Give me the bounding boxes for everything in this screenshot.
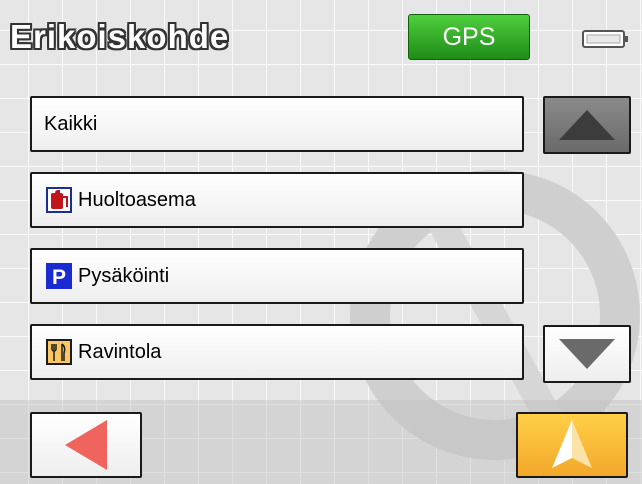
poi-category-screen: Erikoiskohde GPS Kaikki Huoltoasema P Py… xyxy=(0,0,642,484)
category-label: Pysäköinti xyxy=(78,264,170,287)
navigate-button[interactable] xyxy=(516,412,628,478)
fuel-station-icon xyxy=(46,187,72,213)
arrow-down-icon xyxy=(559,339,615,369)
category-label: Huoltoasema xyxy=(78,188,196,211)
navigation-arrow-icon xyxy=(552,420,592,468)
scroll-down-button[interactable] xyxy=(543,325,631,383)
back-arrow-icon xyxy=(65,420,107,470)
page-title: Erikoiskohde xyxy=(10,18,230,55)
battery-icon xyxy=(582,30,628,48)
arrow-up-icon xyxy=(559,110,615,140)
gps-status-button[interactable]: GPS xyxy=(408,14,530,60)
back-button[interactable] xyxy=(30,412,142,478)
category-restaurant-button[interactable]: Ravintola xyxy=(30,324,524,380)
scroll-up-button[interactable] xyxy=(543,96,631,154)
category-fuel-station-button[interactable]: Huoltoasema xyxy=(30,172,524,228)
category-parking-button[interactable]: P Pysäköinti xyxy=(30,248,524,304)
category-all-button[interactable]: Kaikki xyxy=(30,96,524,152)
restaurant-icon xyxy=(46,339,72,365)
category-label: Ravintola xyxy=(78,340,162,363)
category-label: Kaikki xyxy=(44,112,98,135)
parking-letter: P xyxy=(52,266,66,289)
parking-icon: P xyxy=(46,263,72,289)
